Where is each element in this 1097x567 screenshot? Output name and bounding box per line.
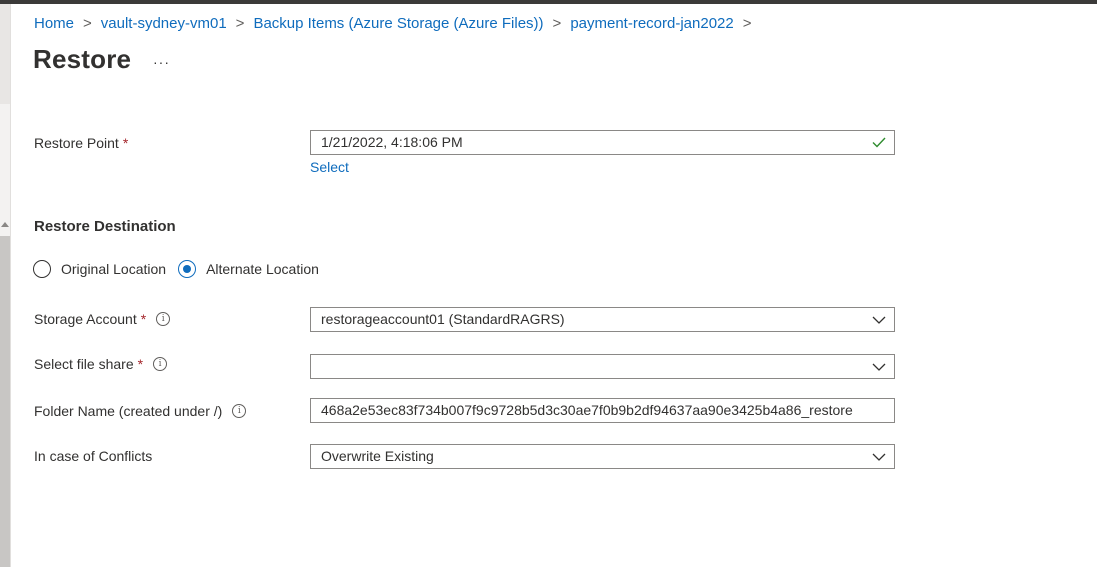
breadcrumb-home[interactable]: Home <box>34 15 74 32</box>
required-asterisk: * <box>122 135 129 151</box>
restore-point-field[interactable]: 1/21/2022, 4:18:06 PM <box>310 130 895 155</box>
storage-account-value: restorageaccount01 (StandardRAGRS) <box>321 311 565 327</box>
conflicts-label-text: In case of Conflicts <box>34 448 153 464</box>
file-share-label-text: Select file share <box>34 356 134 372</box>
chevron-down-icon[interactable] <box>872 308 886 331</box>
info-icon[interactable]: i <box>232 404 247 418</box>
scrollbar-thumb[interactable] <box>0 236 10 567</box>
radio-alternate-location[interactable]: Alternate Location <box>178 260 319 278</box>
storage-account-label: Storage Account * i <box>34 311 171 327</box>
breadcrumb-vault[interactable]: vault-sydney-vm01 <box>101 15 227 32</box>
page-title: Restore <box>33 44 132 74</box>
folder-name-label-text: Folder Name (created under /) <box>34 403 223 419</box>
info-icon[interactable]: i <box>153 357 168 371</box>
file-share-dropdown[interactable] <box>310 354 895 379</box>
chevron-down-icon[interactable] <box>872 445 886 468</box>
storage-account-dropdown[interactable]: restorageaccount01 (StandardRAGRS) <box>310 307 895 332</box>
select-restore-point-link[interactable]: Select <box>310 159 349 175</box>
file-share-label: Select file share * i <box>34 356 168 372</box>
folder-name-value: 468a2e53ec83f734b007f9c9728b5d3c30ae7f0b… <box>321 402 853 418</box>
required-asterisk: * <box>137 356 144 372</box>
conflicts-dropdown[interactable]: Overwrite Existing <box>310 444 895 469</box>
chevron-down-icon[interactable] <box>872 355 886 378</box>
restore-point-label-text: Restore Point <box>34 135 119 151</box>
required-asterisk: * <box>140 311 147 327</box>
breadcrumb: Home > vault-sydney-vm01 > Backup Items … <box>34 15 761 32</box>
chevron-right-icon: > <box>552 15 562 32</box>
folder-name-label: Folder Name (created under /) i <box>34 403 247 419</box>
radio-original-location[interactable]: Original Location <box>33 260 166 278</box>
breadcrumb-item[interactable]: payment-record-jan2022 <box>570 15 733 32</box>
conflicts-value: Overwrite Existing <box>321 448 434 464</box>
info-icon[interactable]: i <box>156 312 171 326</box>
chevron-right-icon: > <box>83 15 92 32</box>
restore-destination-radio-group: Original Location Alternate Location <box>33 260 331 278</box>
radio-original-location-label: Original Location <box>61 261 167 277</box>
chevron-right-icon: > <box>742 15 752 32</box>
storage-account-label-text: Storage Account <box>34 311 137 327</box>
radio-alternate-location-label: Alternate Location <box>206 261 319 277</box>
top-bar <box>0 0 1097 4</box>
radio-circle-icon[interactable] <box>33 260 51 278</box>
checkmark-icon <box>872 131 886 154</box>
scroll-up-arrow-icon[interactable] <box>1 222 9 227</box>
restore-destination-heading: Restore Destination <box>34 218 176 235</box>
conflicts-label: In case of Conflicts <box>34 448 152 464</box>
left-scrollbar[interactable] <box>0 4 11 567</box>
more-options-button[interactable]: ··· <box>153 54 170 70</box>
folder-name-input[interactable]: 468a2e53ec83f734b007f9c9728b5d3c30ae7f0b… <box>310 398 895 423</box>
restore-point-value: 1/21/2022, 4:18:06 PM <box>321 134 463 150</box>
breadcrumb-backup-items[interactable]: Backup Items (Azure Storage (Azure Files… <box>253 15 543 32</box>
scrollbar-track-top <box>0 4 10 104</box>
restore-point-label: Restore Point * <box>34 135 128 151</box>
radio-selected-icon[interactable] <box>178 260 197 278</box>
chevron-right-icon: > <box>235 15 245 32</box>
